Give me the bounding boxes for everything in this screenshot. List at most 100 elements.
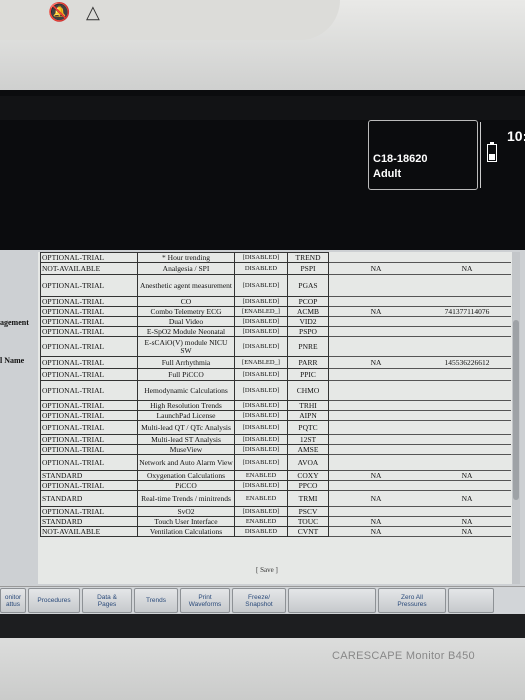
enabled-status-cell: [DISABLED] bbox=[234, 454, 288, 471]
column-2-cell: NA bbox=[423, 470, 511, 481]
status-area: 10: bbox=[480, 122, 525, 188]
license-state-cell: OPTIONAL-TRIAL bbox=[40, 506, 138, 517]
enabled-status-cell: DISABLED bbox=[234, 526, 288, 537]
enabled-status-cell: [DISABLED] bbox=[234, 380, 288, 401]
patient-info-box[interactable]: C18-18620 Adult bbox=[368, 120, 478, 190]
table-row: OPTIONAL-TRIAL * Hour trending [DISABLED] T… bbox=[40, 252, 511, 263]
feature-code-cell: PPCO bbox=[287, 480, 329, 491]
license-state-cell: OPTIONAL-TRIAL bbox=[40, 410, 138, 421]
column-1-cell bbox=[328, 296, 423, 307]
table-row: OPTIONAL-TRIAL LaunchPad License [DISABLED… bbox=[40, 410, 511, 421]
column-1-cell: NA bbox=[328, 490, 423, 507]
menu-button-1[interactable]: Procedures bbox=[28, 588, 80, 613]
feature-code-cell: ACMB bbox=[287, 306, 329, 317]
menu-button-5[interactable]: Freeze/ Snapshot bbox=[232, 588, 286, 613]
table-row: OPTIONAL-TRIAL Hemodynamic Calculations [D… bbox=[40, 380, 511, 401]
enabled-status-cell: ENABLED bbox=[234, 470, 288, 481]
feature-code-cell: PSPI bbox=[287, 262, 329, 275]
feature-code-cell: PARR bbox=[287, 356, 329, 369]
menu-button-7[interactable]: Zero All Pressures bbox=[378, 588, 446, 613]
column-2-cell bbox=[423, 380, 511, 401]
column-2-cell bbox=[423, 336, 511, 357]
license-state-cell: OPTIONAL-TRIAL bbox=[40, 326, 138, 337]
license-report: OPTIONAL-TRIAL * Hour trending [DISABLED] T… bbox=[38, 252, 512, 584]
table-row: OPTIONAL-TRIAL Multi-lead QT / QTc Analys… bbox=[40, 420, 511, 435]
feature-code-cell: PSPO bbox=[287, 326, 329, 337]
column-1-cell bbox=[328, 336, 423, 357]
feature-name-cell: Multi-lead ST Analysis bbox=[137, 434, 235, 445]
device-bezel-top: 🔕 △ bbox=[0, 0, 525, 90]
feature-name-cell: Analgesia / SPI bbox=[137, 262, 235, 275]
license-state-cell: OPTIONAL-TRIAL bbox=[40, 274, 138, 297]
feature-code-cell: PSCV bbox=[287, 506, 329, 517]
enabled-status-cell: [DISABLED] bbox=[234, 274, 288, 297]
license-state-cell: OPTIONAL-TRIAL bbox=[40, 296, 138, 307]
column-1-cell bbox=[328, 316, 423, 327]
enabled-status-cell: ENABLED bbox=[234, 490, 288, 507]
table-row: OPTIONAL-TRIAL Dual Video [DISABLED] VID2 bbox=[40, 316, 511, 327]
feature-code-cell: TOUC bbox=[287, 516, 329, 527]
menu-button-6[interactable] bbox=[288, 588, 376, 613]
feature-name-cell: LaunchPad License bbox=[137, 410, 235, 421]
menu-button-3[interactable]: Trends bbox=[134, 588, 178, 613]
enabled-status-cell: [DISABLED] bbox=[234, 506, 288, 517]
alarm-silence-icon[interactable]: 🔕 bbox=[48, 2, 70, 23]
column-1-cell: NA bbox=[328, 470, 423, 481]
brand-label: CARESCAPE Monitor B450 bbox=[332, 650, 475, 662]
feature-name-cell: MuseView bbox=[137, 444, 235, 455]
feature-name-cell: Dual Video bbox=[137, 316, 235, 327]
column-1-cell bbox=[328, 326, 423, 337]
menu-button-0[interactable]: onitor attus bbox=[0, 588, 26, 613]
license-state-cell: OPTIONAL-TRIAL bbox=[40, 400, 138, 411]
column-1-cell bbox=[328, 454, 423, 471]
enabled-status-cell: [DISABLED] bbox=[234, 434, 288, 445]
column-1-cell bbox=[328, 420, 423, 435]
battery-icon bbox=[487, 142, 497, 162]
column-2-cell: NA bbox=[423, 262, 511, 275]
save-button[interactable]: [ Save ] bbox=[256, 566, 278, 574]
feature-code-cell: VID2 bbox=[287, 316, 329, 327]
column-1-cell: NA bbox=[328, 516, 423, 527]
column-1-cell bbox=[328, 444, 423, 455]
menu-button-2[interactable]: Data & Pages bbox=[82, 588, 132, 613]
column-2-cell bbox=[423, 506, 511, 517]
license-state-cell: OPTIONAL-TRIAL bbox=[40, 480, 138, 491]
table-row: OPTIONAL-TRIAL PiCCO [DISABLED] PPCO bbox=[40, 480, 511, 491]
table-row: OPTIONAL-TRIAL High Resolution Trends [DIS… bbox=[40, 400, 511, 411]
feature-name-cell: High Resolution Trends bbox=[137, 400, 235, 411]
table-row: NOT-AVAILABLE Ventilation Calculations DIS… bbox=[40, 526, 511, 537]
feature-code-cell: TRMI bbox=[287, 490, 329, 507]
alarm-triangle-icon[interactable]: △ bbox=[86, 2, 100, 23]
patient-category: Adult bbox=[373, 168, 402, 180]
feature-code-cell: PGAS bbox=[287, 274, 329, 297]
table-row: STANDARD Real-time Trends / minitrends ENA… bbox=[40, 490, 511, 507]
column-1-cell bbox=[328, 274, 423, 297]
menu-button-8[interactable] bbox=[448, 588, 494, 613]
feature-code-cell: AVOA bbox=[287, 454, 329, 471]
feature-name-cell: CO bbox=[137, 296, 235, 307]
side-label-management: agement bbox=[0, 318, 29, 327]
feature-name-cell: * Hour trending bbox=[137, 252, 235, 263]
column-2-cell bbox=[423, 400, 511, 411]
menu-button-4[interactable]: Print Waveforms bbox=[180, 588, 230, 613]
enabled-status-cell: [DISABLED] bbox=[234, 400, 288, 411]
enabled-status-cell: [DISABLED] bbox=[234, 420, 288, 435]
license-state-cell: OPTIONAL-TRIAL bbox=[40, 316, 138, 327]
clock-time: 10: bbox=[507, 128, 525, 144]
enabled-status-cell: [DISABLED] bbox=[234, 480, 288, 491]
scrollbar-thumb[interactable] bbox=[513, 320, 519, 500]
column-1-cell bbox=[328, 506, 423, 517]
license-state-cell: OPTIONAL-TRIAL bbox=[40, 380, 138, 401]
feature-name-cell: Anesthetic agent measurement bbox=[137, 274, 235, 297]
column-1-cell: NA bbox=[328, 306, 423, 317]
column-2-cell bbox=[423, 434, 511, 445]
feature-code-cell: CHMO bbox=[287, 380, 329, 401]
enabled-status-cell: [DISABLED] bbox=[234, 316, 288, 327]
table-row: OPTIONAL-TRIAL E-SpO2 Module Neonatal [DIS… bbox=[40, 326, 511, 337]
column-2-cell bbox=[423, 252, 511, 263]
license-state-cell: NOT-AVAILABLE bbox=[40, 262, 138, 275]
feature-code-cell: PNRE bbox=[287, 336, 329, 357]
enabled-status-cell: [DISABLED] bbox=[234, 368, 288, 381]
feature-name-cell: Real-time Trends / minitrends bbox=[137, 490, 235, 507]
column-2-cell bbox=[423, 296, 511, 307]
